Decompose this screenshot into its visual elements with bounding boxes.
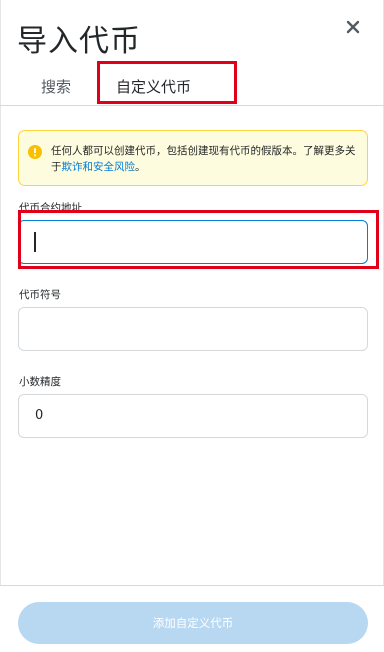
close-icon [346, 20, 360, 34]
token-decimals-value: 0 [35, 408, 44, 423]
tab-search[interactable]: 搜索 [41, 76, 71, 97]
symbol-label: 代币符号 [19, 289, 61, 301]
page-title: 导入代币 [17, 24, 141, 59]
warning-suffix: 。 [135, 161, 146, 173]
decimals-label: 小数精度 [19, 376, 61, 388]
add-custom-token-button[interactable]: 添加自定义代币 [18, 602, 368, 644]
risk-link[interactable]: 欺诈和安全风险 [62, 161, 136, 173]
token-decimals-input[interactable]: 0 [18, 394, 368, 438]
highlight-box-tab [97, 61, 237, 104]
info-icon [28, 145, 42, 159]
token-symbol-input[interactable] [18, 307, 368, 351]
highlight-box-address [18, 210, 379, 269]
warning-text: 任何人都可以创建代币，包括创建现有代币的假版本。了解更多关于欺诈和安全风险。 [51, 143, 361, 175]
warning-notice: 任何人都可以创建代币，包括创建现有代币的假版本。了解更多关于欺诈和安全风险。 [18, 130, 368, 186]
close-button[interactable] [340, 14, 366, 40]
footer: 添加自定义代币 [0, 585, 384, 652]
